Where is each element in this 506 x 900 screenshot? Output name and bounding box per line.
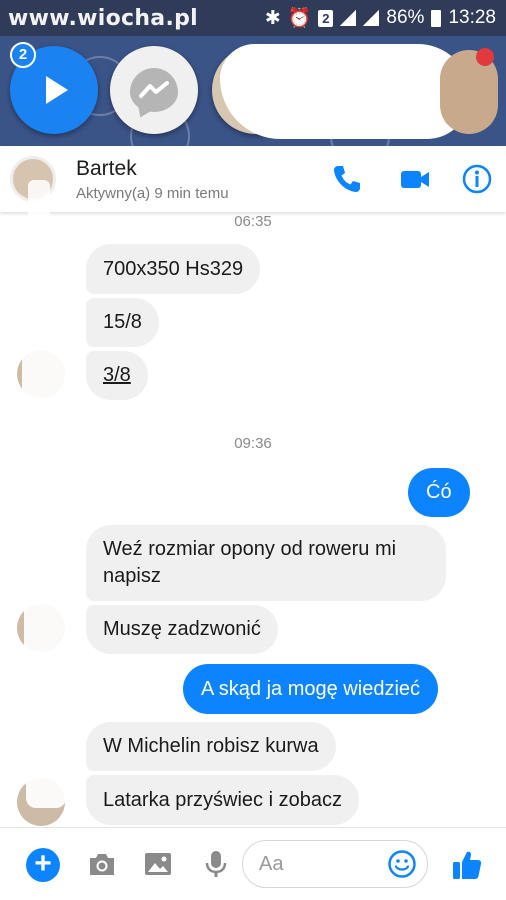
message-incoming[interactable]: W Michelin robisz kurwa: [86, 722, 336, 771]
conversation-header: Bartek Aktywny(a) 9 min temu: [0, 146, 506, 212]
camera-icon[interactable]: [86, 848, 118, 880]
chat-head-messenger[interactable]: [110, 46, 198, 134]
composer-bar: + Aa: [0, 827, 506, 900]
message-incoming[interactable]: 700x350 Hs329: [86, 244, 261, 294]
add-button[interactable]: +: [26, 848, 60, 882]
censor-scribble: [260, 56, 410, 136]
timestamp: 09:36: [234, 435, 272, 452]
message-incoming[interactable]: Weź rozmiar opony od roweru mi napisz: [86, 525, 446, 601]
battery-percent: 86%: [386, 7, 425, 28]
watermark: www.wiocha.pl: [8, 6, 198, 31]
battery-icon: [431, 9, 442, 27]
phone-icon[interactable]: [330, 162, 364, 196]
message-list[interactable]: 06:35 700x350 Hs329 15/8 3/8 09:36 Ćó We…: [0, 212, 506, 827]
sim-badge: 2: [318, 9, 334, 27]
censor-blur: [28, 180, 50, 240]
thumbs-up-icon[interactable]: [450, 848, 484, 882]
signal-icon-2: [363, 10, 380, 26]
signal-icon: [340, 10, 357, 26]
contact-name[interactable]: Bartek: [76, 157, 137, 181]
status-icons: ✱ ⏰ 2 86% 13:28: [265, 6, 496, 30]
message-incoming[interactable]: 3/8: [86, 351, 148, 400]
status-bar: www.wiocha.pl ✱ ⏰ 2 86% 13:28: [0, 0, 506, 36]
unread-count-badge: 2: [10, 42, 36, 68]
video-camera-icon[interactable]: [398, 162, 432, 196]
chat-heads-bar: 2: [0, 36, 506, 146]
notification-dot: [476, 48, 494, 66]
message-outgoing[interactable]: A skąd ja mogę wiedzieć: [183, 664, 439, 714]
active-status: Aktywny(a) 9 min temu: [76, 185, 229, 202]
info-icon[interactable]: [460, 162, 494, 196]
emoji-icon[interactable]: [387, 849, 417, 879]
messenger-bolt: [139, 81, 169, 98]
play-icon: [46, 76, 68, 104]
censor-blur: [26, 758, 66, 808]
timestamp: 06:35: [234, 213, 272, 230]
message-incoming[interactable]: Latarka przyświec i zobacz: [86, 775, 359, 825]
message-outgoing[interactable]: Ćó: [408, 468, 470, 517]
image-icon[interactable]: [142, 848, 174, 880]
bluetooth-icon: ✱: [264, 7, 281, 29]
messenger-icon: [130, 68, 178, 112]
censor-blur: [22, 322, 74, 412]
message-incoming[interactable]: Muszę zadzwonić: [86, 605, 278, 654]
alarm-icon: ⏰: [287, 8, 312, 29]
microphone-icon[interactable]: [200, 848, 232, 880]
message-input-placeholder: Aa: [259, 853, 284, 875]
message-incoming[interactable]: 15/8: [86, 298, 159, 347]
clock: 13:28: [448, 7, 496, 28]
censor-blur: [24, 572, 68, 672]
message-input[interactable]: Aa: [242, 840, 428, 888]
